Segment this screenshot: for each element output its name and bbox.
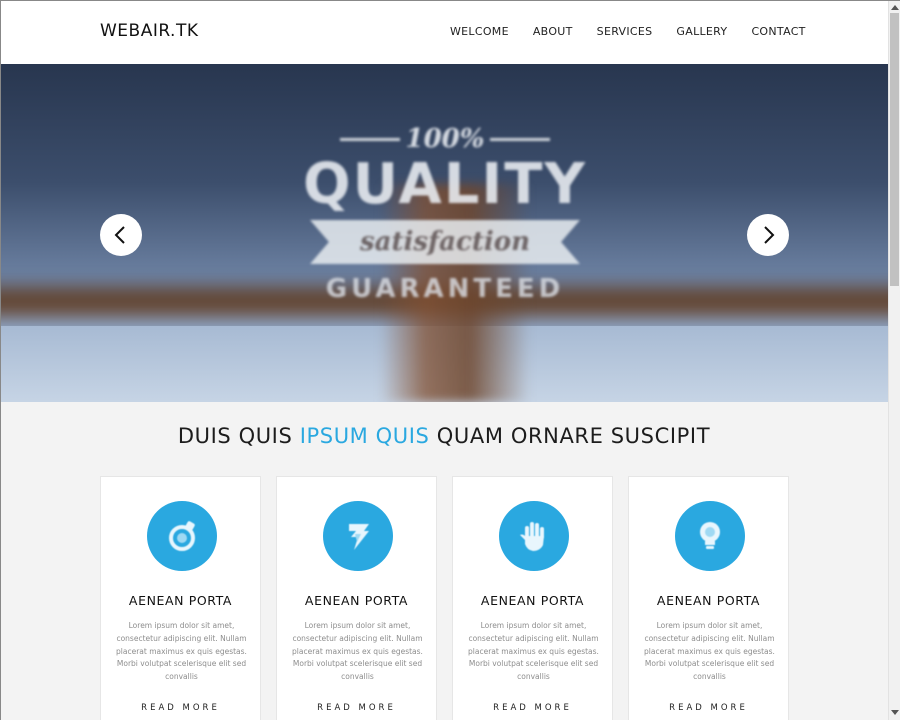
feature-card-text: Lorem ipsum dolor sit amet, consectetur …: [116, 621, 247, 682]
features-title-highlight: IPSUM QUIS: [299, 424, 430, 448]
feature-card-text: Lorem ipsum dolor sit amet, consectetur …: [644, 621, 775, 682]
feature-card-title: AENEAN PORTA: [656, 593, 761, 608]
badge-guaranteed: GUARANTEED: [325, 274, 565, 304]
main-nav: WELCOME ABOUT SERVICES GALLERY CONTACT: [450, 25, 830, 38]
chevron-left-icon: [114, 226, 125, 244]
window-border-top: [0, 0, 900, 1]
hero-slider: 100% QUALITY satisfaction GUARANTEED: [0, 64, 888, 402]
page-scrollbar[interactable]: [888, 0, 900, 720]
read-more-link[interactable]: READ MORE: [629, 703, 788, 713]
feature-card: AENEAN PORTA Lorem ipsum dolor sit amet,…: [628, 476, 789, 720]
site-header: WEBAIR.TK WELCOME ABOUT SERVICES GALLERY…: [0, 0, 888, 64]
read-more-link[interactable]: READ MORE: [101, 703, 260, 713]
slider-prev-button[interactable]: [100, 214, 142, 256]
lightning-icon: [349, 524, 369, 550]
feature-icon-circle: [147, 501, 217, 571]
read-more-link[interactable]: READ MORE: [453, 703, 612, 713]
feature-card-title: AENEAN PORTA: [128, 593, 233, 608]
chevron-right-icon: [764, 226, 775, 244]
nav-gallery[interactable]: GALLERY: [676, 25, 727, 38]
feature-card-title: AENEAN PORTA: [304, 593, 409, 608]
feature-card: AENEAN PORTA Lorem ipsum dolor sit amet,…: [452, 476, 613, 720]
features-title-part1: DUIS QUIS: [177, 424, 293, 448]
feature-card: AENEAN PORTA Lorem ipsum dolor sit amet,…: [100, 476, 261, 720]
badge-percent: 100%: [300, 124, 590, 154]
feature-icon-circle: [499, 501, 569, 571]
features-title: DUIS QUIS IPSUM QUIS QUAM ORNARE SUSCIPI…: [0, 424, 888, 448]
ring-icon: [169, 521, 195, 551]
feature-icon-circle: [323, 501, 393, 571]
read-more-link[interactable]: READ MORE: [277, 703, 436, 713]
badge-quality: QUALITY: [303, 152, 587, 217]
nav-welcome[interactable]: WELCOME: [450, 25, 509, 38]
site-logo[interactable]: WEBAIR.TK: [100, 21, 199, 41]
feature-card-text: Lorem ipsum dolor sit amet, consectetur …: [468, 621, 599, 682]
feature-card: AENEAN PORTA Lorem ipsum dolor sit amet,…: [276, 476, 437, 720]
feature-card-text: Lorem ipsum dolor sit amet, consectetur …: [292, 621, 423, 682]
scrollbar-thumb[interactable]: [890, 13, 899, 286]
scroll-up-icon[interactable]: [891, 5, 899, 10]
badge-ribbon: satisfaction: [310, 220, 580, 264]
feature-card-title: AENEAN PORTA: [480, 593, 585, 608]
scroll-down-icon[interactable]: [891, 710, 899, 715]
slider-next-button[interactable]: [747, 214, 789, 256]
hand-icon: [520, 522, 544, 551]
window-border-left: [0, 0, 1, 720]
feature-icon-circle: [675, 501, 745, 571]
features-title-part2: QUAM ORNARE SUSCIPIT: [436, 424, 711, 448]
nav-about[interactable]: ABOUT: [533, 25, 573, 38]
lightbulb-icon: [700, 522, 720, 549]
nav-contact[interactable]: CONTACT: [751, 25, 805, 38]
quality-badge-graphic: 100% QUALITY satisfaction GUARANTEED: [300, 124, 590, 304]
nav-services[interactable]: SERVICES: [597, 25, 653, 38]
